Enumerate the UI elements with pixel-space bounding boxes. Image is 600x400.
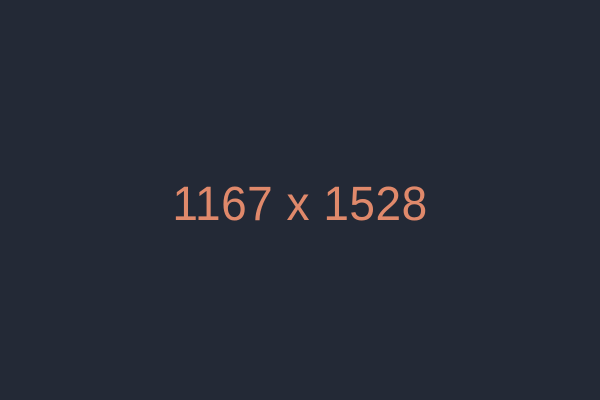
image-placeholder: 1167 x 1528 bbox=[0, 0, 600, 400]
dimensions-label: 1167 x 1528 bbox=[172, 175, 428, 231]
